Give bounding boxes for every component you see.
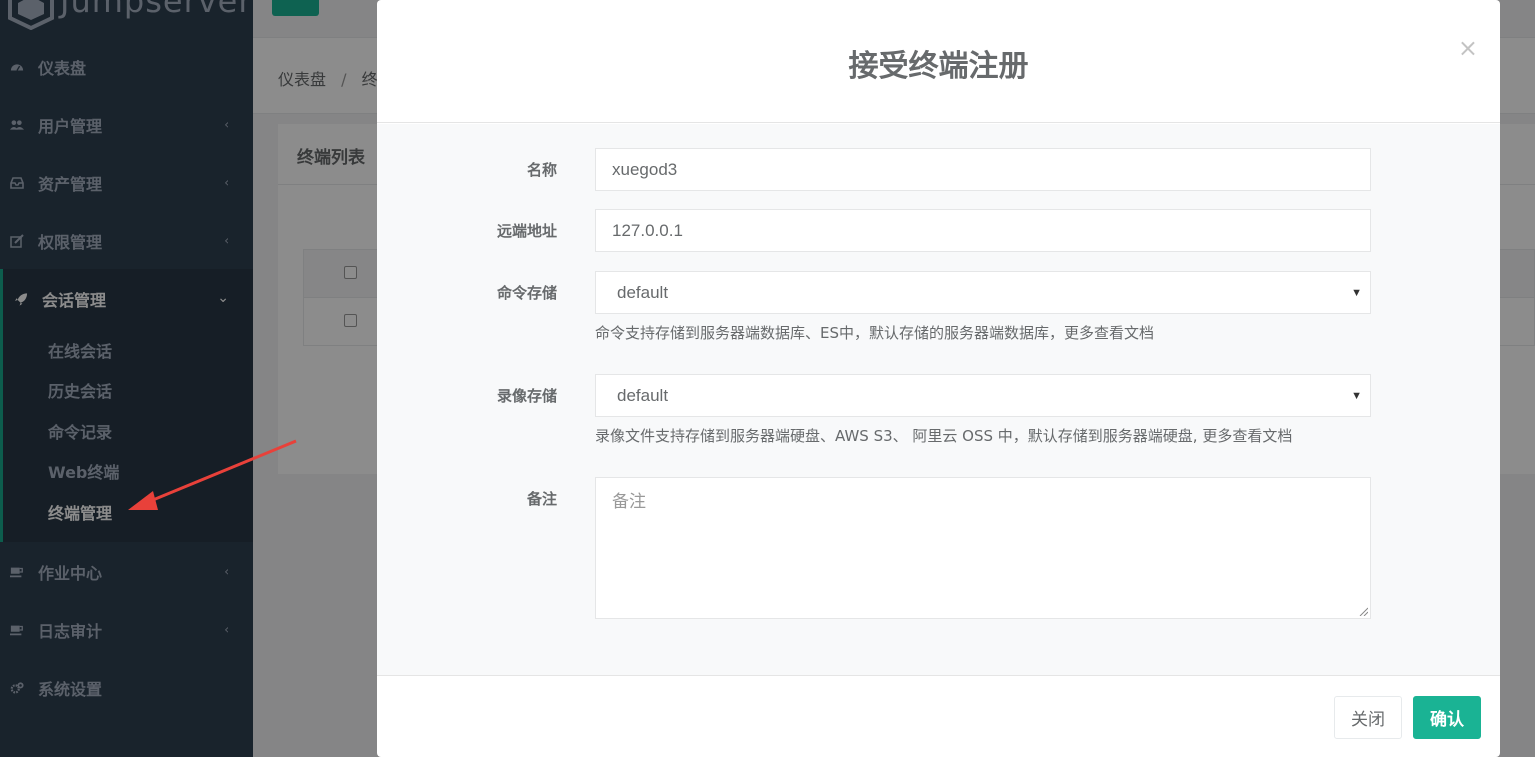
command-storage-help: 命令支持存储到服务器端数据库、ES中，默认存储的服务器端数据库，更多查看文档 (595, 324, 1155, 342)
modal-body: 名称 xuegod3 远端地址 127.0.0.1 命令存储 default ▼… (377, 124, 1500, 675)
accept-terminal-modal: 接受终端注册 × 名称 xuegod3 远端地址 127.0.0.1 命令存储 … (377, 0, 1500, 757)
remote-addr-label: 远端地址 (496, 222, 557, 240)
modal-footer: 关闭 确认 (377, 675, 1500, 757)
confirm-button[interactable]: 确认 (1413, 696, 1481, 739)
close-button[interactable]: 关闭 (1334, 696, 1402, 739)
caret-down-icon: ▼ (1351, 286, 1362, 299)
replay-storage-value: default (617, 385, 669, 405)
command-storage-select[interactable]: default ▼ (595, 271, 1371, 314)
comment-placeholder: 备注 (612, 492, 646, 512)
modal-header: 接受终端注册 × (377, 0, 1500, 123)
remote-addr-value: 127.0.0.1 (612, 220, 683, 240)
name-field[interactable]: xuegod3 (595, 148, 1371, 191)
modal-title: 接受终端注册 (848, 49, 1029, 84)
replay-storage-help: 录像文件支持存储到服务器端硬盘、AWS S3、 阿里云 OSS 中，默认存储到服… (595, 427, 1293, 445)
name-label: 名称 (526, 161, 557, 179)
replay-storage-select[interactable]: default ▼ (595, 374, 1371, 417)
close-icon[interactable]: × (1458, 36, 1478, 60)
resize-handle-icon[interactable] (1358, 606, 1368, 616)
caret-down-icon: ▼ (1351, 389, 1362, 402)
command-storage-value: default (617, 282, 669, 302)
comment-label: 备注 (526, 490, 557, 508)
name-value: xuegod3 (612, 159, 678, 179)
command-storage-label: 命令存储 (496, 284, 557, 302)
remote-addr-field[interactable]: 127.0.0.1 (595, 209, 1371, 252)
comment-textarea[interactable]: 备注 (595, 477, 1371, 619)
replay-storage-label: 录像存储 (496, 387, 557, 405)
